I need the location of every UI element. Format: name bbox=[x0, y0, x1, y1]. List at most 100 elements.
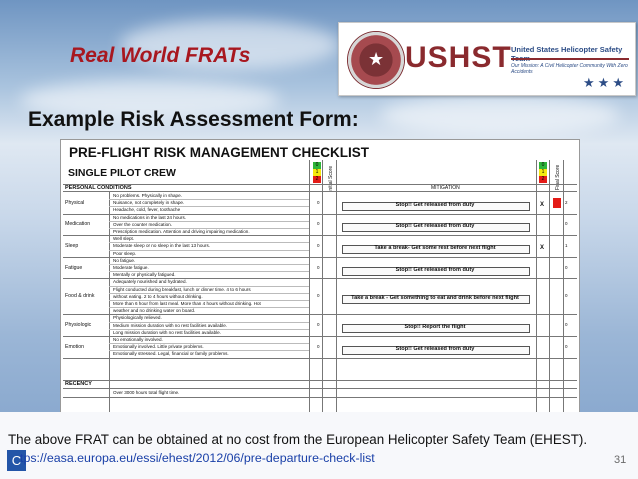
slide-heading: Example Risk Assessment Form: bbox=[28, 108, 359, 131]
category-label: Sleep bbox=[65, 243, 79, 249]
risk-checklist-form: PRE-FLIGHT RISK MANAGEMENT CHECKLIST SIN… bbox=[60, 139, 580, 413]
mitigation-text: Take a break - Get something to eat and … bbox=[351, 295, 519, 302]
category-label: Fatigue bbox=[65, 264, 83, 271]
x-mark: X bbox=[540, 245, 545, 251]
x-mark: X bbox=[540, 201, 545, 208]
condition-text: weather and no drinking water on board. bbox=[113, 308, 196, 314]
score-key-red: 2 bbox=[313, 176, 321, 183]
grid-line bbox=[109, 249, 309, 251]
mitigation-header: MITIGATION bbox=[431, 185, 460, 191]
grid-line bbox=[109, 206, 309, 208]
grid-line bbox=[109, 343, 309, 345]
grid-line bbox=[109, 220, 309, 222]
ushst-seal-icon: ★ bbox=[347, 31, 405, 89]
category-label: Medication bbox=[65, 221, 91, 228]
condition-text: Poor sleep. bbox=[113, 250, 137, 256]
initial-score-header: Initial Score bbox=[328, 165, 334, 192]
mitigation-text: Stop!! Get released from duty bbox=[395, 201, 475, 208]
frat-download-link[interactable]: tps://easa.europa.eu/essi/ehest/2012/06/… bbox=[20, 451, 375, 465]
grid-line bbox=[63, 397, 577, 398]
category-label: Physiologic bbox=[65, 322, 92, 329]
final-score-header: Final Score bbox=[555, 164, 561, 190]
logo-stars-icon: ★★★ bbox=[583, 75, 627, 90]
star-icon: ★ bbox=[368, 49, 385, 69]
category-label: Physical bbox=[65, 199, 85, 206]
mitigation-text: Stop!! Get released from duty bbox=[395, 223, 475, 230]
score-key-green-right: 0 bbox=[539, 162, 547, 169]
grid-line bbox=[109, 285, 309, 287]
grid-line bbox=[109, 199, 309, 201]
final-score: 1 bbox=[565, 243, 568, 248]
condition-text: Moderate sleep or no sleep in the last 1… bbox=[113, 243, 211, 249]
footer-text: The above FRAT can be obtained at no cos… bbox=[8, 432, 588, 447]
condition-text: No emotionally involved. bbox=[113, 337, 163, 342]
condition-text: without eating. 2 to 4 hours without dri… bbox=[113, 293, 203, 299]
grid-line bbox=[109, 307, 309, 309]
score-key-yellow: 1 bbox=[313, 169, 321, 176]
condition-text: Long mission duration with no rest facil… bbox=[113, 329, 222, 335]
condition-text: Mentally or physically fatigued. bbox=[113, 272, 176, 278]
final-score-red-cell bbox=[553, 197, 561, 208]
score-key-yellow-right: 1 bbox=[539, 169, 547, 176]
grid-line bbox=[63, 256, 577, 258]
section-recency: RECENCY bbox=[65, 381, 92, 387]
grid-line bbox=[549, 160, 550, 412]
category-label: Food & drink bbox=[65, 293, 95, 300]
mitigation-text: Stop!! Get released from duty bbox=[395, 266, 475, 273]
initial-score: 0 bbox=[317, 293, 320, 299]
recency-condition: Over 3000 hours total flight time. bbox=[113, 390, 180, 395]
form-title: PRE-FLIGHT RISK MANAGEMENT CHECKLIST bbox=[69, 145, 369, 160]
grid-line bbox=[109, 328, 309, 330]
grid-line bbox=[63, 357, 577, 359]
grid-line bbox=[109, 191, 110, 412]
logo-name: United States Helicopter Safety Team bbox=[511, 45, 623, 63]
page-number: 31 bbox=[614, 454, 627, 466]
final-score: 0 bbox=[565, 264, 568, 270]
grid-line bbox=[109, 350, 309, 352]
crew-label: SINGLE PILOT CREW bbox=[68, 167, 176, 179]
initial-score: 0 bbox=[317, 243, 320, 248]
condition-text: Physiologically relieved. bbox=[113, 315, 162, 321]
final-score: 2 bbox=[565, 199, 568, 205]
condition-text: Flight conducted during breakfast, lunch… bbox=[113, 286, 251, 292]
grid-line bbox=[563, 160, 564, 412]
section-personal-conditions: PERSONAL CONDITIONS bbox=[65, 185, 132, 191]
grid-line bbox=[536, 160, 537, 412]
final-score: 0 bbox=[565, 293, 568, 299]
condition-text: No fatigue. bbox=[113, 257, 136, 263]
mitigation-text: Take a break- Get some rest before next … bbox=[374, 245, 496, 251]
condition-text: Over the counter medication. bbox=[113, 221, 172, 227]
final-score: 0 bbox=[565, 322, 568, 328]
condition-text: Moderate fatigue. bbox=[113, 265, 149, 270]
grid-line bbox=[109, 228, 309, 229]
grid-line bbox=[63, 184, 577, 185]
grid-line bbox=[63, 235, 577, 237]
condition-text: Headache, cold, fever, toothache bbox=[113, 207, 181, 213]
condition-text: No medications in the last 24 hours. bbox=[113, 214, 187, 220]
final-score: 0 bbox=[565, 221, 568, 227]
initial-score: 0 bbox=[317, 343, 320, 349]
condition-text: Nuisance, not completely in shape. bbox=[113, 200, 185, 206]
condition-text: Emotionally stressed. Legal, financial o… bbox=[113, 351, 229, 357]
slide-title: Real World FRATs bbox=[70, 44, 251, 67]
mitigation-text: Stop!! Get released from duty bbox=[395, 345, 475, 352]
mitigation-text: Stop!! Report the flight bbox=[404, 324, 466, 331]
initial-score: 0 bbox=[317, 322, 320, 328]
final-score: 0 bbox=[565, 343, 568, 349]
condition-text: Medium mission duration with no rest fac… bbox=[113, 322, 228, 328]
condition-text: More than 6 hour from last meal. More th… bbox=[113, 301, 261, 306]
grid-line bbox=[109, 271, 309, 273]
condition-text: Prescription medication. Attention and d… bbox=[113, 229, 250, 234]
initial-score: 0 bbox=[317, 264, 320, 270]
grid-line bbox=[322, 160, 323, 412]
initial-score: 0 bbox=[317, 221, 320, 227]
logo-tagline: Our Mission: A Civil Helicopter Communit… bbox=[511, 63, 628, 75]
condition-text: Well slept. bbox=[113, 236, 135, 242]
category-label: Emotion bbox=[65, 343, 85, 350]
score-key-red-right: 2 bbox=[539, 176, 547, 183]
grid-line bbox=[63, 388, 577, 389]
score-key-green: 0 bbox=[313, 162, 321, 169]
grid-line bbox=[309, 160, 310, 412]
ushst-logo: ★ USHST United States Helicopter Safety … bbox=[338, 22, 636, 96]
grid-line bbox=[63, 191, 577, 192]
